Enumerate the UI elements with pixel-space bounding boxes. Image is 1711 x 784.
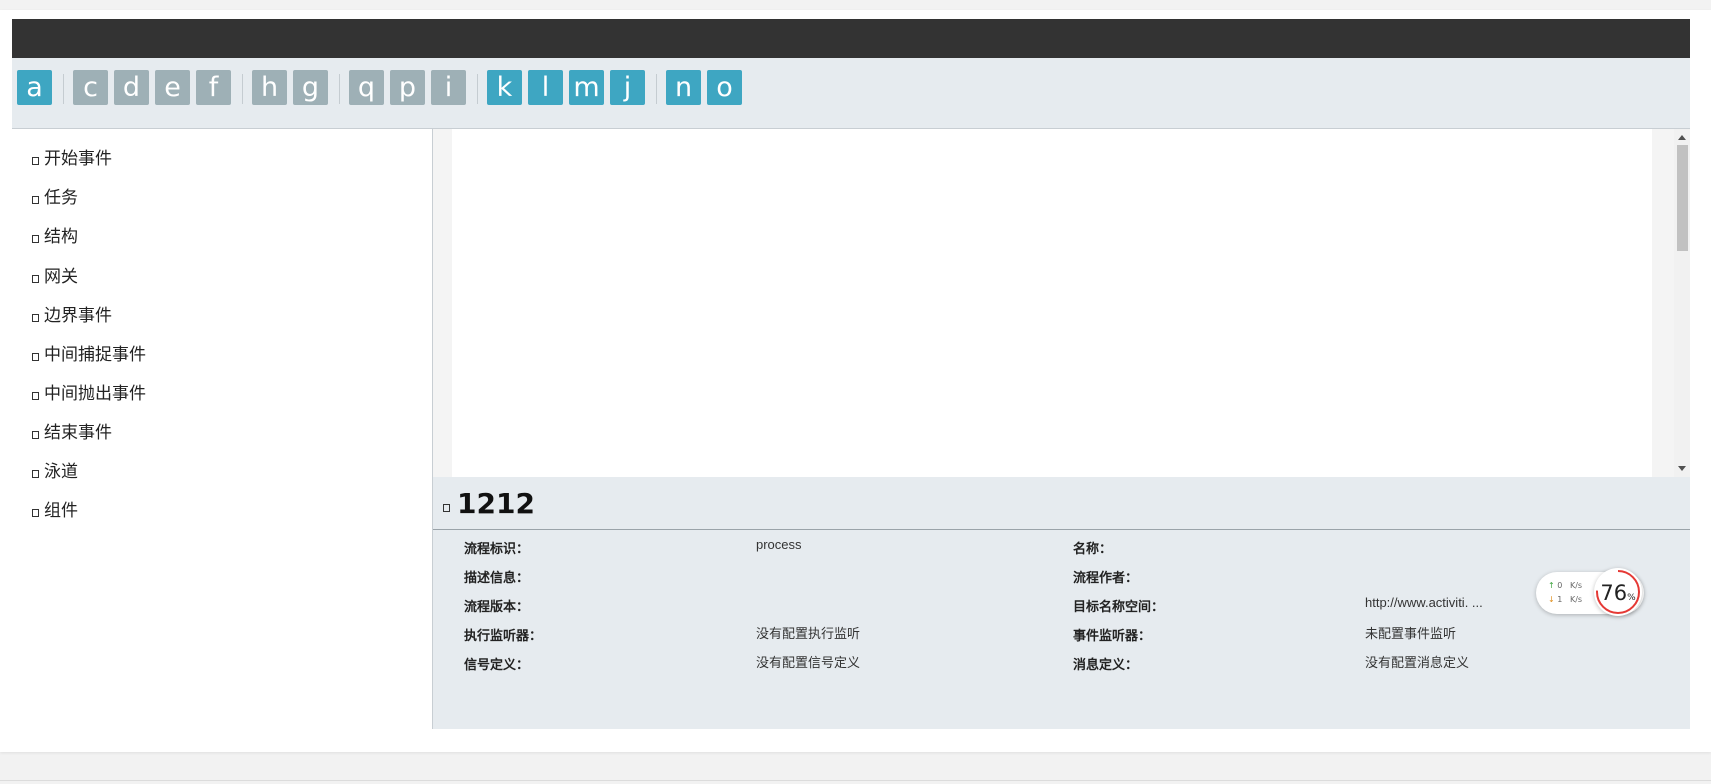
upload-arrow-icon: ↑ [1548,581,1555,590]
download-speed: ↓ 1 K/s [1548,595,1582,604]
sidebar-item-label: 任务 [44,188,78,207]
prop-value-signal-definition[interactable]: 没有配置信号定义 [756,652,860,671]
prop-label-signal-definition: 信号定义： [464,657,530,672]
prop-label-name: 名称： [1073,541,1113,556]
toolbar-divider [242,74,243,104]
scroll-down-arrow-icon[interactable] [1678,466,1686,471]
sidebar-item-label: 结束事件 [44,423,112,442]
download-value: 1 [1557,595,1563,604]
download-arrow-icon: ↓ [1548,595,1555,604]
toolbar-divider [477,74,478,104]
prop-label-target-namespace: 目标名称空间： [1073,599,1165,614]
upload-value: 0 [1557,581,1563,590]
collapse-box-icon [32,195,39,204]
gauge-percent-value: 76 [1600,581,1628,605]
collapse-box-icon [32,391,39,400]
sidebar-item-label: 开始事件 [44,149,112,168]
sidebar-item-gateway[interactable]: 网关 [32,262,78,286]
sidebar-item-intermediate-catch-event[interactable]: 中间捕捉事件 [32,340,146,364]
bottom-divider [0,780,1711,781]
sidebar-item-label: 边界事件 [44,306,112,325]
prop-label-event-listener: 事件监听器： [1073,628,1152,643]
toolbar-divider [63,74,64,104]
collapse-box-icon [32,430,39,439]
prop-value-event-listener[interactable]: 未配置事件监听 [1365,623,1456,642]
sidebar-item-label: 中间捕捉事件 [44,345,146,364]
scrollbar-thumb[interactable] [1677,145,1688,251]
tool-button-a[interactable]: a [17,70,52,105]
collapse-box-icon [32,352,39,361]
collapse-box-icon [32,234,39,243]
tool-button-d[interactable]: d [114,70,149,105]
download-unit: K/s [1569,595,1583,604]
tool-button-p[interactable]: p [390,70,425,105]
tool-button-c[interactable]: c [73,70,108,105]
sidebar-item-label: 结构 [44,227,78,246]
prop-label-process-id: 流程标识： [464,541,530,556]
diagram-canvas[interactable] [452,129,1652,477]
sidebar-item-label: 网关 [44,267,78,286]
sidebar-item-structure[interactable]: 结构 [32,222,78,246]
tool-button-m[interactable]: m [569,70,604,105]
tool-button-i[interactable]: i [431,70,466,105]
sidebar-item-boundary-event[interactable]: 边界事件 [32,301,112,325]
sidebar-item-component[interactable]: 组件 [32,496,78,520]
collapse-box-icon [32,469,39,478]
prop-label-description: 描述信息： [464,570,530,585]
sidebar-item-end-event[interactable]: 结束事件 [32,418,112,442]
sidebar-item-task[interactable]: 任务 [32,183,78,207]
prop-value-process-id[interactable]: process [756,537,802,552]
collapse-box-icon [32,274,39,283]
tool-button-q[interactable]: q [349,70,384,105]
tool-button-j[interactable]: j [610,70,645,105]
tool-button-o[interactable]: o [707,70,742,105]
gauge-percent: 76% [1594,581,1642,605]
tool-button-h[interactable]: h [252,70,287,105]
upload-speed: ↑ 0 K/s [1548,581,1582,590]
tool-button-e[interactable]: e [155,70,190,105]
scroll-up-arrow-icon[interactable] [1678,135,1686,140]
prop-value-target-namespace[interactable]: http://www.activiti. ... [1365,595,1483,610]
properties-panel: 1212 流程标识： process 名称： 描述信息： 流程作者： 流程版本：… [433,477,1690,729]
diagram-canvas-area [433,129,1690,477]
properties-header: 1212 [433,477,1690,530]
sidebar-item-intermediate-throw-event[interactable]: 中间抛出事件 [32,379,146,403]
sidebar-item-swimlane[interactable]: 泳道 [32,457,78,481]
tool-button-k[interactable]: k [487,70,522,105]
sidebar-item-label: 中间抛出事件 [44,384,146,403]
sidebar-item-label: 泳道 [44,462,78,481]
sidebar-item-start-event[interactable]: 开始事件 [32,144,112,168]
top-header-bar [12,19,1690,58]
collapse-box-icon [32,156,39,165]
collapse-box-icon[interactable] [443,504,450,512]
upload-unit: K/s [1569,581,1583,590]
prop-label-message-definition: 消息定义： [1073,657,1139,672]
prop-label-author: 流程作者： [1073,570,1139,585]
process-title: 1212 [457,487,535,520]
element-toolbar: a c d e f h g q p i k l m j n o [12,58,1690,129]
vertical-scrollbar[interactable] [1674,129,1690,477]
sidebar-item-label: 组件 [44,501,78,520]
prop-label-version: 流程版本： [464,599,530,614]
tool-button-f[interactable]: f [196,70,231,105]
prop-label-execution-listener: 执行监听器： [464,628,543,643]
memory-usage-gauge[interactable]: 76% [1594,568,1642,616]
collapse-box-icon [32,313,39,322]
tool-button-n[interactable]: n [666,70,701,105]
tool-button-g[interactable]: g [293,70,328,105]
toolbar-divider [339,74,340,104]
gauge-percent-sign: % [1627,593,1636,603]
prop-value-message-definition[interactable]: 没有配置消息定义 [1365,652,1469,671]
collapse-box-icon [32,508,39,517]
toolbar-divider [656,74,657,104]
element-palette-sidebar: 开始事件 任务 结构 网关 边界事件 中间捕捉事件 中间抛出事件 结束事件 泳道… [12,129,433,729]
prop-value-execution-listener[interactable]: 没有配置执行监听 [756,623,860,642]
tool-button-l[interactable]: l [528,70,563,105]
